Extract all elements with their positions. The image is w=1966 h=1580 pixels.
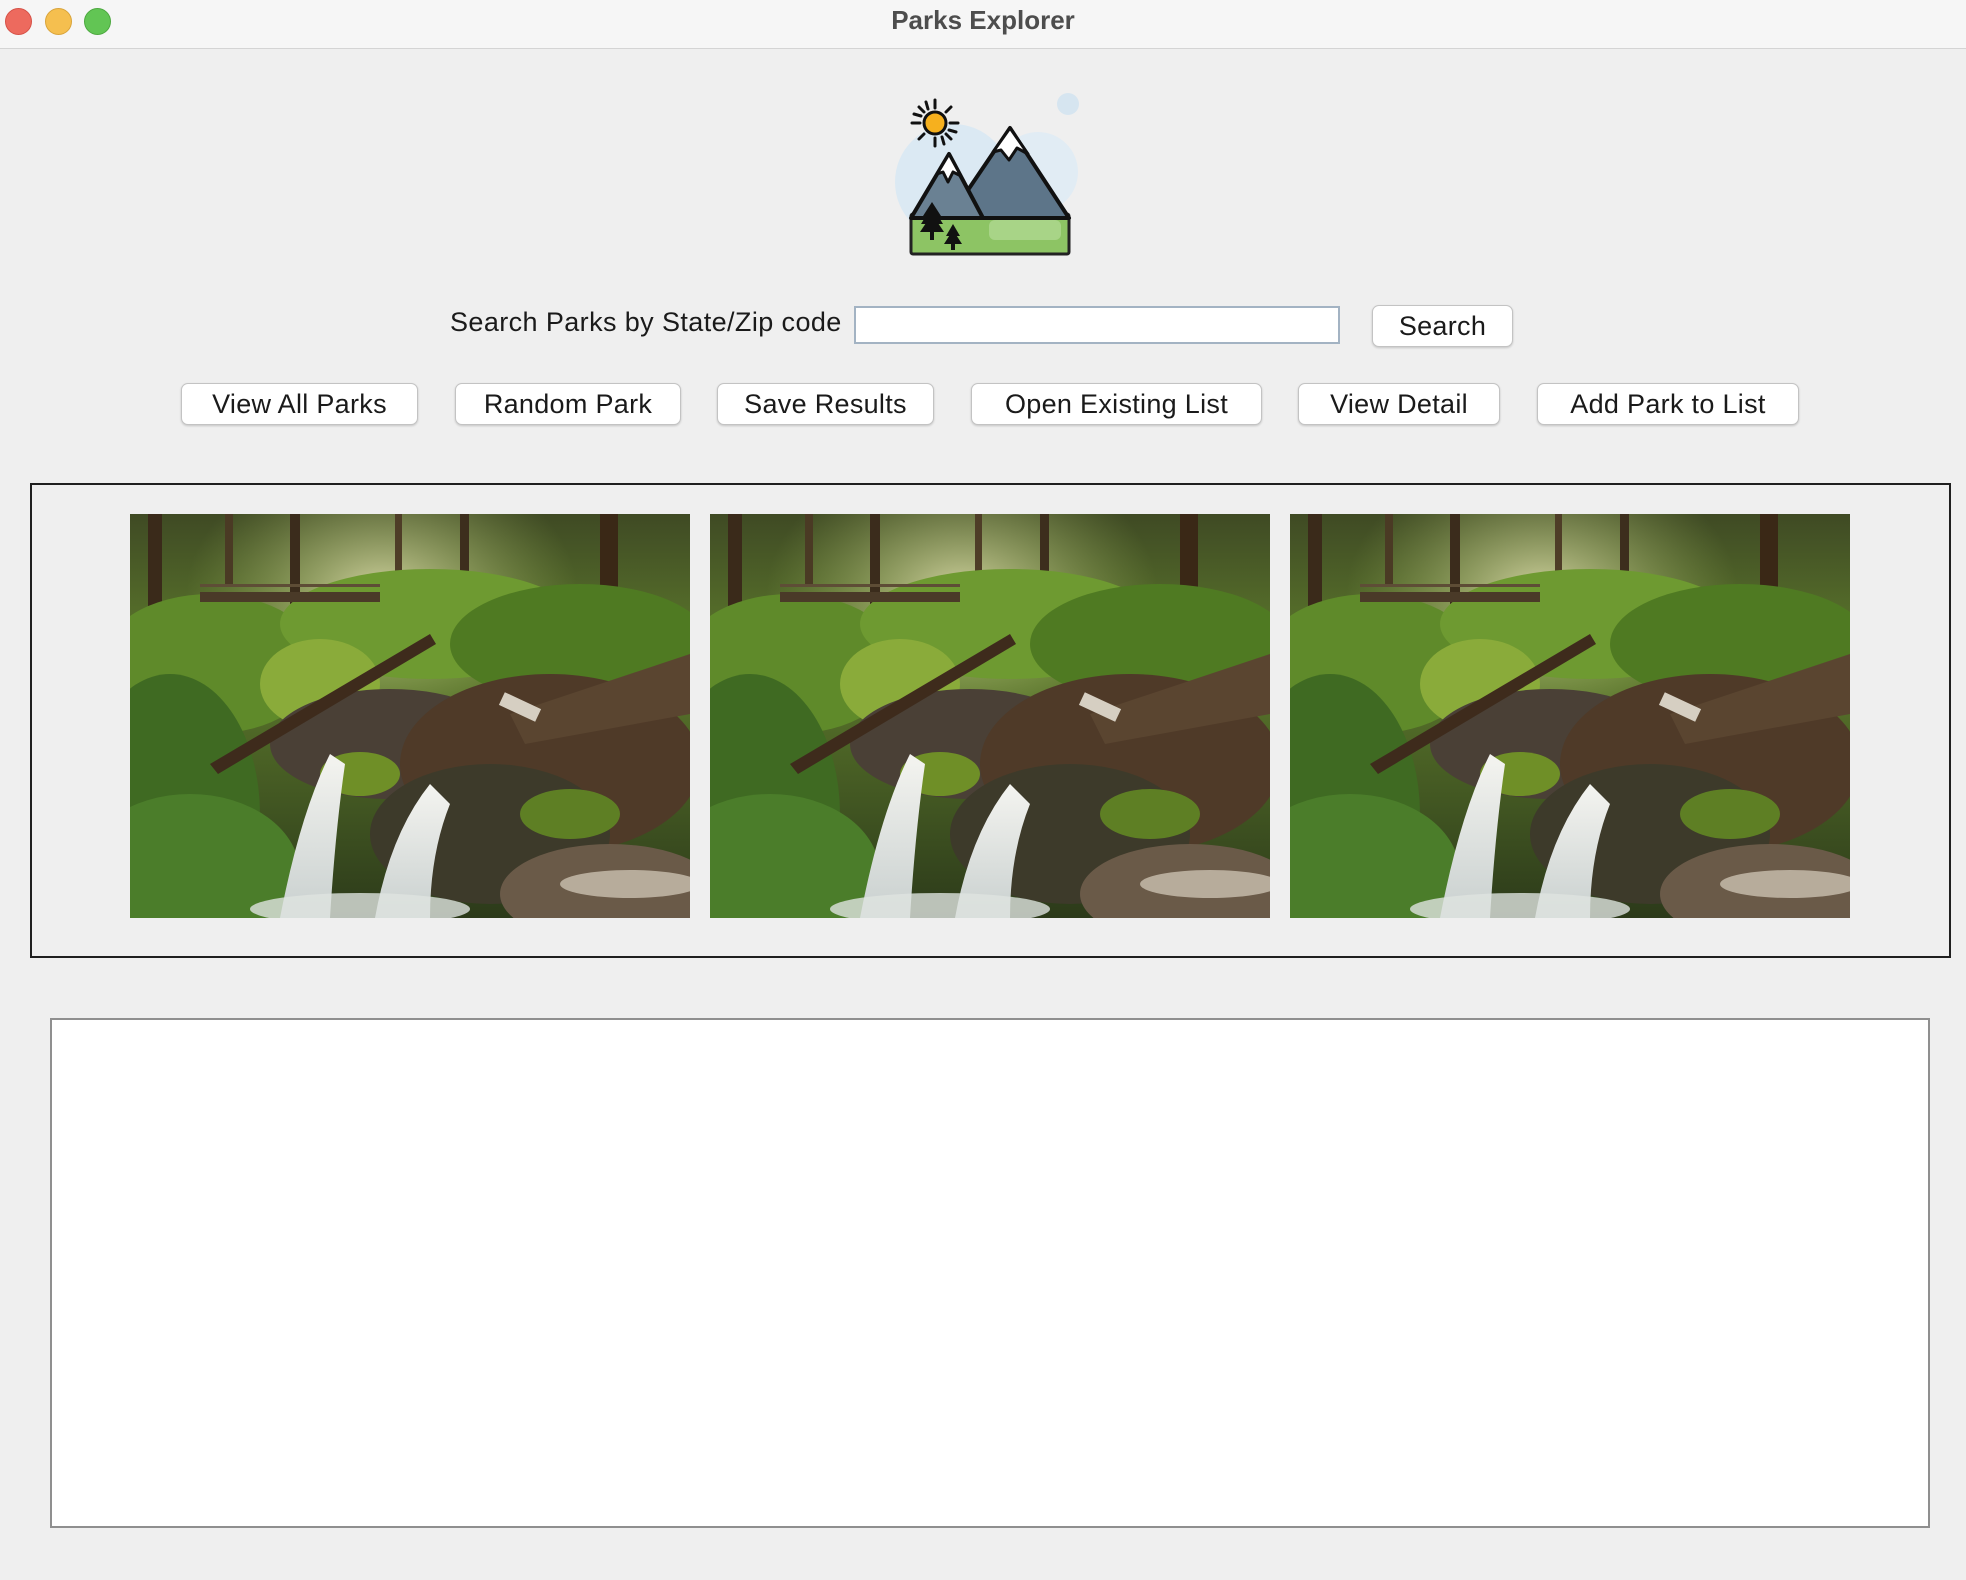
title-bar: Parks Explorer [0,0,1966,49]
park-photo[interactable] [1290,514,1850,918]
search-button[interactable]: Search [1372,305,1513,347]
mountain-sun-logo-icon [893,92,1085,264]
park-image-gallery [30,483,1951,958]
park-photo[interactable] [130,514,690,918]
open-existing-list-button[interactable]: Open Existing List [971,383,1262,425]
random-park-button[interactable]: Random Park [455,383,681,425]
view-all-parks-button[interactable]: View All Parks [181,383,418,425]
park-photo[interactable] [710,514,1270,918]
search-input[interactable] [854,306,1340,344]
window-title: Parks Explorer [891,5,1075,35]
save-results-button[interactable]: Save Results [717,383,934,425]
results-text-area[interactable] [50,1018,1930,1528]
view-detail-button[interactable]: View Detail [1298,383,1500,425]
search-label: Search Parks by State/Zip code [450,307,842,337]
add-park-to-list-button[interactable]: Add Park to List [1537,383,1799,425]
